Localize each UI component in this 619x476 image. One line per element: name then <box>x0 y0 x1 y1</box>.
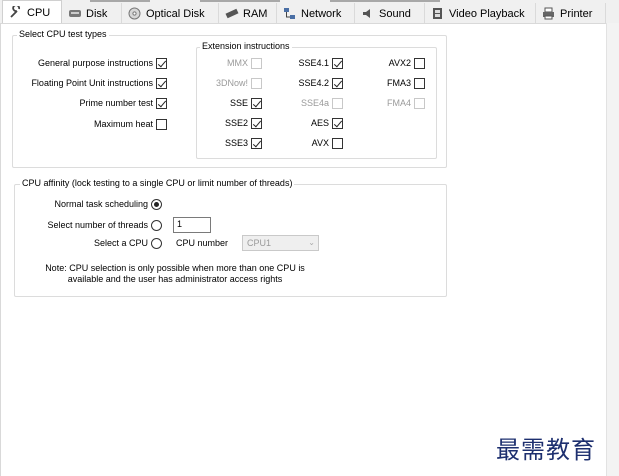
cpu-number-select[interactable]: CPU1 ⌄ <box>242 235 319 251</box>
test-label: General purpose instructions <box>37 58 153 68</box>
sse-checkbox[interactable] <box>251 98 262 109</box>
tab-cpu[interactable]: CPU <box>2 0 62 24</box>
normal-scheduling-label: Normal task scheduling <box>54 199 148 209</box>
tab-strip-top-fragment <box>330 0 440 2</box>
aes-checkbox[interactable] <box>332 118 343 129</box>
sse42-checkbox[interactable] <box>332 78 343 89</box>
select-cpu-label: Select a CPU <box>93 238 148 248</box>
avx-checkbox[interactable] <box>332 138 343 149</box>
tab-label: CPU <box>27 6 51 19</box>
affinity-note: Note: CPU selection is only possible whe… <box>30 263 320 285</box>
tab-strip: CPU Disk Optical Disk RAM Network Sound <box>0 0 619 24</box>
network-icon <box>283 7 296 20</box>
maximum-heat-checkbox[interactable] <box>156 119 167 130</box>
ext-label: SSE3 <box>224 138 248 148</box>
vertical-scrollbar[interactable] <box>606 23 619 476</box>
test-label: Prime number test <box>79 98 153 108</box>
normal-scheduling-radio[interactable] <box>151 199 162 210</box>
avx2-checkbox[interactable] <box>414 58 425 69</box>
ext-label: FMA4 <box>386 98 411 108</box>
tab-label: Optical Disk <box>146 7 205 20</box>
sse2-checkbox[interactable] <box>251 118 262 129</box>
tab-ram[interactable]: RAM <box>219 3 277 24</box>
fpu-checkbox[interactable] <box>156 78 167 89</box>
3dnow-checkbox[interactable] <box>251 78 262 89</box>
cpu-number-label: CPU number <box>176 238 229 248</box>
select-cpu-radio[interactable] <box>151 238 162 249</box>
fma4-checkbox[interactable] <box>414 98 425 109</box>
mmx-checkbox[interactable] <box>251 58 262 69</box>
ext-label: FMA3 <box>386 78 411 88</box>
note-line: Note: CPU selection is only possible whe… <box>45 263 305 273</box>
disk-icon <box>68 7 81 20</box>
threads-input[interactable]: 1 <box>173 217 211 233</box>
ext-label: AES <box>310 118 329 128</box>
sse4a-checkbox[interactable] <box>332 98 343 109</box>
tab-printer[interactable]: Printer <box>536 3 606 24</box>
tab-label: RAM <box>243 7 268 20</box>
tab-network[interactable]: Network <box>277 3 355 24</box>
ext-label: 3DNow! <box>215 78 248 88</box>
ext-label: MMX <box>227 58 248 68</box>
tab-label: Disk <box>86 7 108 20</box>
tab-strip-top-fragment <box>200 0 280 2</box>
note-line: available and the user has administrator… <box>67 274 283 284</box>
cpu-affinity-title: CPU affinity (lock testing to a single C… <box>20 178 295 188</box>
wrench-icon <box>9 4 22 19</box>
tab-optical-disk[interactable]: Optical Disk <box>122 3 219 24</box>
sse3-checkbox[interactable] <box>251 138 262 149</box>
prime-number-checkbox[interactable] <box>156 98 167 109</box>
ext-label: SSE2 <box>224 118 248 128</box>
watermark-text: 最需教育 <box>496 436 596 464</box>
tab-label: Network <box>301 7 342 20</box>
tab-strip-top-fragment <box>90 0 150 2</box>
ext-label: SSE4a <box>300 98 329 108</box>
printer-icon <box>542 7 555 20</box>
threads-label: Select number of threads <box>47 220 148 230</box>
test-label: Floating Point Unit instructions <box>31 78 153 88</box>
tab-video-playback[interactable]: Video Playback <box>425 3 536 24</box>
tab-label: Printer <box>560 7 593 20</box>
ram-chip-icon <box>225 7 239 20</box>
ext-label: SSE4.1 <box>298 58 329 68</box>
sse41-checkbox[interactable] <box>332 58 343 69</box>
chevron-down-icon: ⌄ <box>308 238 315 247</box>
tab-label: Sound <box>379 7 411 20</box>
tab-label: Video Playback <box>449 7 525 20</box>
cpu-test-types-title: Select CPU test types <box>17 29 109 39</box>
ext-label: AVX <box>311 138 329 148</box>
ext-label: SSE <box>229 98 248 108</box>
optical-disc-icon <box>128 7 141 20</box>
test-label: Maximum heat <box>93 119 153 129</box>
ext-label: SSE4.2 <box>298 78 329 88</box>
threads-radio[interactable] <box>151 220 162 231</box>
speaker-icon <box>361 7 374 20</box>
fma3-checkbox[interactable] <box>414 78 425 89</box>
tab-disk[interactable]: Disk <box>62 3 122 24</box>
ext-label: AVX2 <box>388 58 411 68</box>
general-purpose-checkbox[interactable] <box>156 58 167 69</box>
extension-instructions-title: Extension instructions <box>200 41 292 51</box>
cpu-number-value: CPU1 <box>247 238 272 248</box>
tab-sound[interactable]: Sound <box>355 3 425 24</box>
film-icon <box>431 7 444 20</box>
